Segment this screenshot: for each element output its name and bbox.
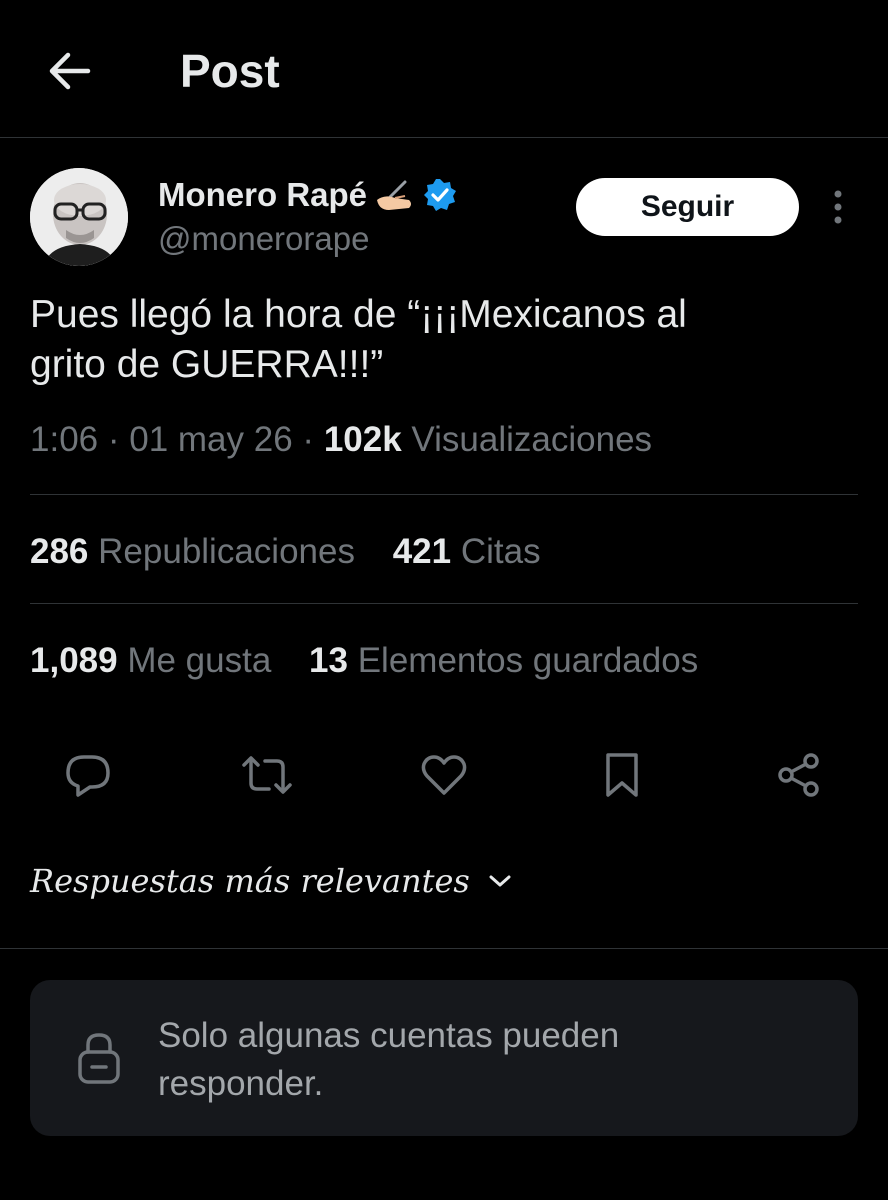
quotes-label: Citas [460, 532, 541, 571]
writing-hand-icon [375, 178, 415, 212]
tweet-text-line: grito de GUERRA!!!” [30, 343, 384, 386]
likes-stat[interactable]: 1,089 Me gusta [30, 641, 271, 681]
tweet-date[interactable]: 01 may 26 [129, 420, 292, 459]
share-button[interactable] [769, 745, 829, 805]
author-name[interactable]: Monero Rapé [158, 176, 457, 214]
more-vertical-icon [834, 190, 842, 224]
verified-badge-icon [423, 178, 457, 212]
likes-label: Me gusta [127, 641, 272, 680]
divider [30, 603, 858, 604]
likes-count: 1,089 [30, 641, 118, 680]
action-bar [0, 740, 888, 810]
divider [0, 948, 888, 949]
reposts-stat[interactable]: 286 Republicaciones [30, 532, 355, 572]
like-icon [421, 755, 467, 795]
reposts-label: Republicaciones [98, 532, 355, 571]
bookmarks-stat[interactable]: 13 Elementos guardados [309, 641, 698, 681]
author-handle[interactable]: @monerorape [158, 220, 369, 258]
restricted-text-line: responder. [158, 1064, 324, 1103]
quotes-stat[interactable]: 421 Citas [393, 532, 541, 572]
share-icon [778, 753, 819, 797]
bookmarks-label: Elementos guardados [357, 641, 699, 680]
replies-sort-dropdown[interactable]: Respuestas más relevantes [30, 862, 512, 900]
arrow-left-icon [49, 52, 91, 90]
bookmark-button[interactable] [592, 745, 652, 805]
repost-icon [242, 756, 292, 794]
lock-icon [76, 1030, 122, 1086]
reposts-count: 286 [30, 532, 89, 571]
page-title: Post [180, 45, 280, 97]
views-label: Visualizaciones [411, 420, 653, 459]
chevron-down-icon [488, 873, 512, 889]
divider [30, 494, 858, 495]
avatar-icon [30, 168, 128, 266]
author-name-text: Monero Rapé [158, 176, 368, 213]
restricted-replies-notice: Solo algunas cuentas pueden responder. [30, 980, 858, 1136]
bookmark-icon [606, 753, 638, 797]
tweet-meta: 1:06 · 01 may 26 · 102k Visualizaciones [30, 420, 652, 460]
views-count: 102k [323, 420, 402, 459]
reply-icon [66, 755, 110, 797]
follow-button[interactable]: Seguir [576, 178, 799, 236]
tweet-text: Pues llegó la hora de “¡¡¡Mexicanos al g… [30, 290, 850, 390]
restricted-text-line: Solo algunas cuentas pueden [158, 1016, 620, 1055]
back-button[interactable] [40, 45, 98, 97]
stats-row-reposts: 286 Republicaciones 421 Citas [30, 532, 541, 572]
reply-button[interactable] [58, 745, 118, 805]
header-bar: Post [0, 0, 888, 138]
like-button[interactable] [414, 745, 474, 805]
stats-row-likes: 1,089 Me gusta 13 Elementos guardados [30, 641, 698, 681]
tweet-text-line: Pues llegó la hora de “¡¡¡Mexicanos al [30, 293, 687, 336]
bookmarks-count: 13 [309, 641, 348, 680]
meta-separator: · [302, 420, 315, 459]
sort-label: Respuestas más relevantes [30, 862, 470, 900]
quotes-count: 421 [392, 532, 452, 571]
avatar[interactable] [30, 168, 128, 266]
tweet-time[interactable]: 1:06 [30, 420, 98, 459]
repost-button[interactable] [237, 745, 297, 805]
more-options-button[interactable] [820, 185, 856, 229]
restricted-replies-text: Solo algunas cuentas pueden responder. [158, 1012, 718, 1108]
meta-separator: · [107, 420, 120, 459]
